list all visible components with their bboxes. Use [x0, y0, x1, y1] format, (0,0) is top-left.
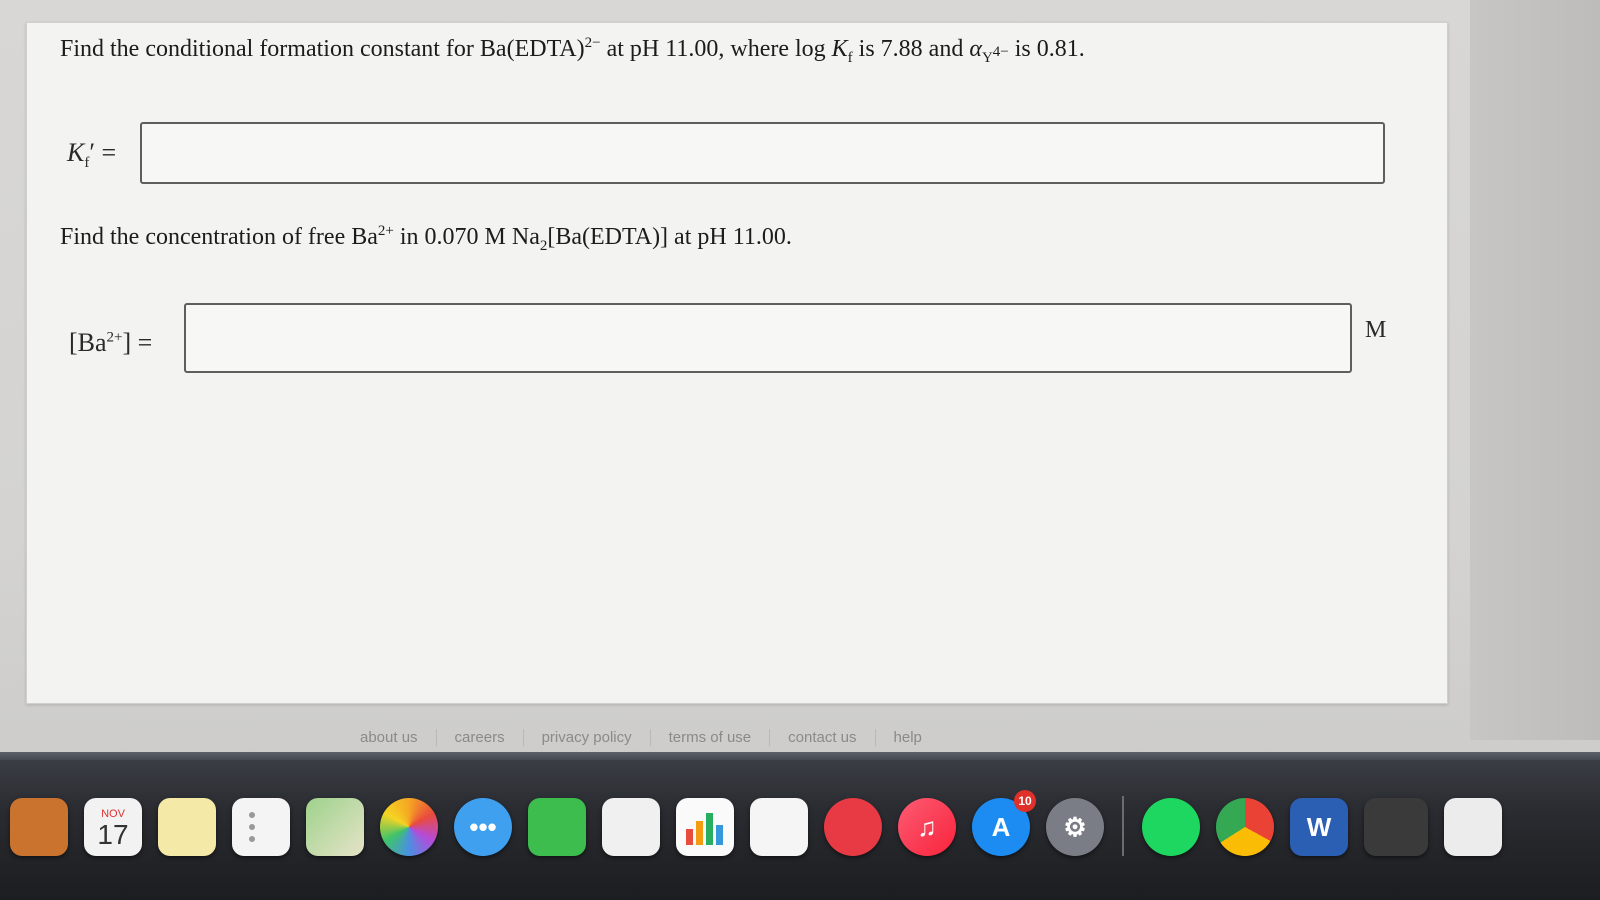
messages-icon[interactable]: ••• — [454, 798, 512, 856]
footer-contact-us-link[interactable]: contact us — [769, 728, 874, 746]
question-card: Find the conditional formation constant … — [26, 22, 1448, 704]
document-icon[interactable] — [1444, 798, 1502, 856]
appstore-badge: 10 — [1014, 790, 1036, 812]
q2-part-c: [Ba(EDTA)] at pH 11.00. — [547, 224, 792, 250]
photos-icon[interactable] — [380, 798, 438, 856]
kf-answer-input[interactable] — [140, 122, 1385, 184]
footer-terms-of-use-link[interactable]: terms of use — [649, 728, 770, 746]
q2-part-a: Find the concentration of free Ba — [60, 224, 378, 250]
calendar-icon[interactable]: NOV 17 — [84, 798, 142, 856]
kf-prime-label: Kf′ = — [67, 138, 116, 172]
ba-answer-input[interactable] — [184, 303, 1352, 373]
kf-label-equals: = — [95, 138, 117, 167]
maps-icon[interactable] — [306, 798, 364, 856]
word-icon[interactable]: W — [1290, 798, 1348, 856]
footer-links: about us careers privacy policy terms of… — [360, 722, 940, 752]
q1-alpha-superscript: 4− — [992, 43, 1009, 60]
q1-alpha-symbol: α — [969, 36, 982, 62]
news-icon[interactable] — [824, 798, 882, 856]
q1-part-c: is 7.88 and — [852, 36, 970, 62]
footer-careers-link[interactable]: careers — [435, 728, 523, 746]
footer-about-us-link[interactable]: about us — [360, 729, 436, 746]
system-preferences-icon[interactable]: ⚙ — [1046, 798, 1104, 856]
preview-icon[interactable] — [602, 798, 660, 856]
appstore-icon[interactable]: A 10 — [972, 790, 1036, 856]
ba-label-charge: 2+ — [106, 329, 123, 346]
reminders-icon[interactable] — [232, 798, 290, 856]
ba-label-close: ] = — [122, 328, 153, 357]
keynote-icon[interactable] — [750, 798, 808, 856]
molar-unit-label: M — [1365, 317, 1387, 343]
notes-app-icon[interactable] — [10, 798, 68, 856]
question-2-text: Find the concentration of free Ba2+ in 0… — [60, 223, 792, 255]
stickies-icon[interactable] — [158, 798, 216, 856]
q1-charge: 2− — [584, 35, 601, 51]
q2-ion-charge: 2+ — [377, 223, 394, 239]
calendar-day: 17 — [97, 819, 129, 850]
q2-part-b: in 0.070 M Na — [393, 224, 540, 250]
dock: NOV 17 ••• ♫ A 10 ⚙ W — [10, 776, 1518, 856]
ba-concentration-label: [Ba2+] = — [69, 328, 152, 358]
numbers-icon[interactable] — [676, 798, 734, 856]
facetime-icon[interactable] — [528, 798, 586, 856]
dock-separator — [1122, 796, 1124, 856]
q1-part-b: at pH 11.00, where log — [600, 36, 832, 62]
q1-part-d: is 0.81. — [1008, 36, 1085, 62]
question-1-text: Find the conditional formation constant … — [60, 35, 1085, 67]
spotify-icon[interactable] — [1142, 798, 1200, 856]
ba-label-open: [Ba — [69, 328, 107, 357]
q1-kf-symbol: K — [831, 36, 848, 62]
chrome-icon[interactable] — [1216, 798, 1274, 856]
kf-label-k: K — [67, 138, 85, 167]
word-icon-label: W — [1306, 811, 1332, 842]
music-icon[interactable]: ♫ — [898, 798, 956, 856]
footer-privacy-policy-link[interactable]: privacy policy — [522, 728, 650, 746]
window-edge — [1470, 0, 1600, 740]
q1-part-a: Find the conditional formation constant … — [60, 36, 585, 62]
footer-help-link[interactable]: help — [874, 728, 940, 746]
screenshot-icon[interactable] — [1364, 798, 1428, 856]
q1-alpha-subscript: Y — [981, 49, 993, 66]
